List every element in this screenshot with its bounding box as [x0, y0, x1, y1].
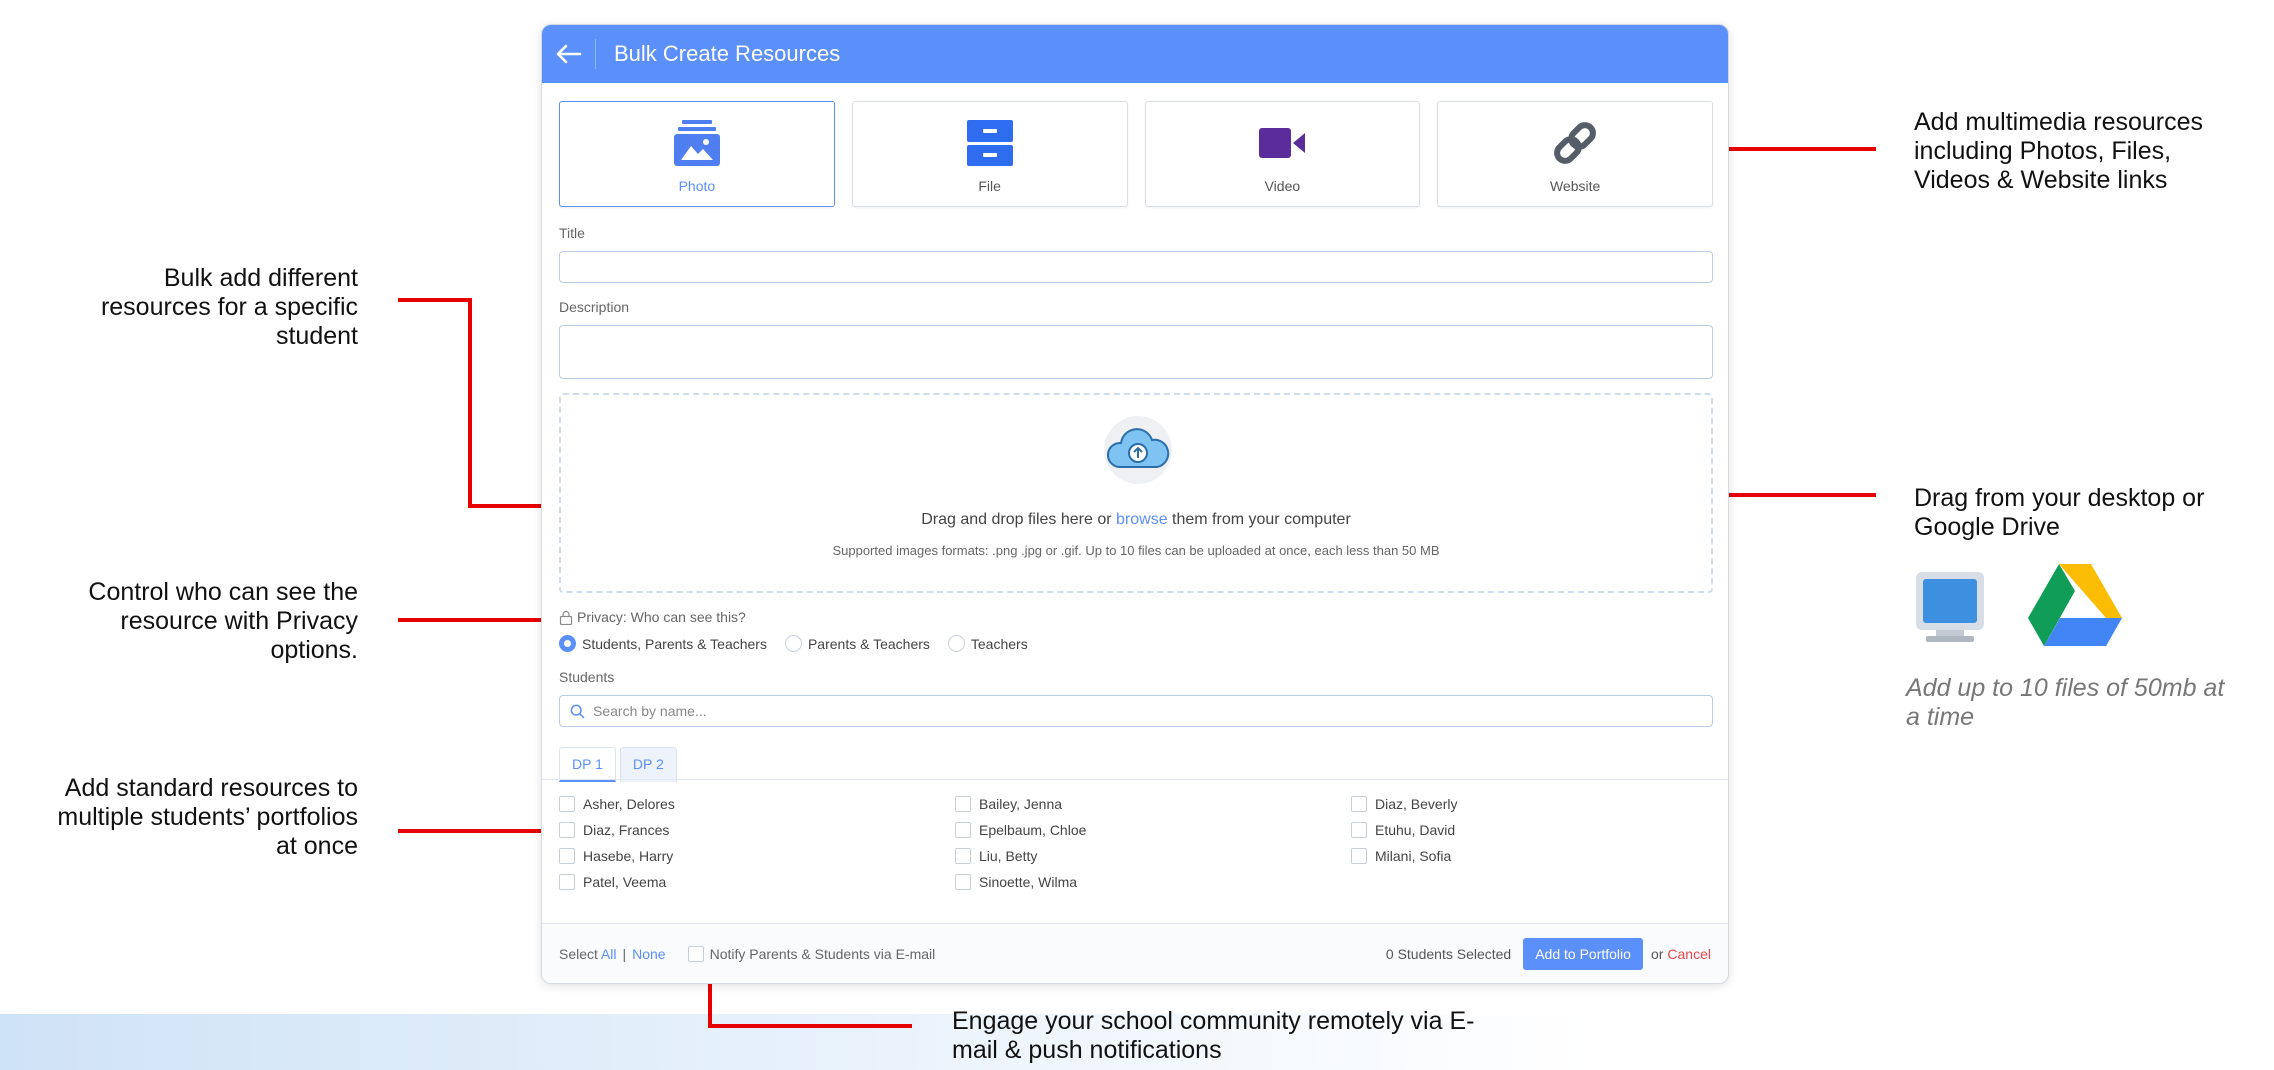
title-label: Title	[559, 225, 585, 241]
student-checkbox[interactable]: Diaz, Beverly	[1351, 795, 1713, 812]
privacy-option-teachers[interactable]: Teachers	[947, 635, 1028, 652]
select-all-link[interactable]: All	[601, 946, 617, 962]
type-photo-label: Photo	[678, 178, 716, 194]
back-button[interactable]	[542, 39, 596, 69]
student-checkbox[interactable]: Asher, Delores	[559, 795, 955, 812]
select-none-link[interactable]: None	[632, 946, 665, 962]
callout-file-limit: Add up to 10 files of 50mb at a time	[1906, 674, 2225, 731]
file-icon	[966, 120, 1013, 166]
notify-label: Notify Parents & Students via E-mail	[709, 946, 936, 962]
type-photo-card[interactable]: Photo	[559, 101, 835, 207]
student-checkbox[interactable]: Liu, Betty	[955, 847, 1351, 864]
type-website-card[interactable]: Website	[1437, 101, 1713, 207]
cancel-link[interactable]: Cancel	[1667, 946, 1711, 962]
callout-line	[398, 829, 546, 833]
google-drive-icon	[2028, 564, 2122, 646]
modal-header: Bulk Create Resources	[542, 25, 1728, 83]
callout-engage: Engage your school community remotely vi…	[952, 1007, 1475, 1064]
desktop-computer-icon	[1912, 570, 1988, 646]
photo-icon	[673, 120, 720, 166]
search-icon	[570, 704, 585, 719]
supported-formats-text: Supported images formats: .png .jpg or .…	[832, 543, 1440, 558]
student-checkbox[interactable]: Patel, Veema	[559, 873, 955, 890]
footer-actions: 0 Students Selected Add to Portfolio or …	[1386, 938, 1711, 970]
student-checkbox[interactable]: Epelbaum, Chloe	[955, 821, 1351, 838]
type-website-label: Website	[1549, 178, 1601, 194]
student-search-input[interactable]: Search by name...	[559, 695, 1713, 727]
description-input[interactable]	[559, 325, 1713, 379]
callout-line	[468, 298, 472, 508]
arrow-left-icon	[556, 44, 581, 64]
callout-drag: Drag from your desktop or Google Drive	[1914, 484, 2205, 541]
callout-privacy: Control who can see the resource with Pr…	[88, 578, 358, 664]
bulk-create-modal: Bulk Create Resources Photo File Video W…	[541, 24, 1729, 984]
modal-footer: Select All | None Notify Parents & Stude…	[542, 923, 1728, 983]
browse-link[interactable]: browse	[1116, 511, 1168, 528]
privacy-label: Privacy: Who can see this?	[559, 609, 746, 625]
privacy-options: Students, Parents & Teachers Parents & T…	[559, 635, 1028, 652]
type-file-label: File	[978, 178, 1001, 194]
video-icon	[1259, 128, 1306, 158]
student-checkbox[interactable]: Bailey, Jenna	[955, 795, 1351, 812]
tab-dp1[interactable]: DP 1	[559, 747, 616, 782]
callout-line	[398, 618, 546, 622]
student-checkbox[interactable]: Diaz, Frances	[559, 821, 955, 838]
callout-bulk-add: Bulk add different resources for a speci…	[100, 264, 358, 350]
students-label: Students	[559, 669, 615, 685]
tabs-divider	[542, 779, 1728, 780]
student-checkbox[interactable]: Sinoette, Wilma	[955, 873, 1351, 890]
selected-count: 0 Students Selected	[1385, 946, 1512, 962]
type-file-card[interactable]: File	[851, 101, 1128, 207]
file-dropzone[interactable]: Drag and drop files here or browse them …	[559, 393, 1713, 593]
callout-multimedia: Add multimedia resources including Photo…	[1914, 108, 2204, 194]
student-list: Asher, Delores Bailey, Jenna Diaz, Bever…	[559, 795, 1713, 890]
privacy-option-parents-teachers[interactable]: Parents & Teachers	[784, 635, 930, 652]
student-checkbox[interactable]: Milani, Sofia	[1351, 847, 1713, 864]
add-to-portfolio-button[interactable]: Add to Portfolio	[1523, 938, 1643, 970]
description-label: Description	[559, 299, 630, 315]
callout-line	[708, 1024, 912, 1028]
student-checkbox[interactable]: Hasebe, Harry	[559, 847, 955, 864]
title-input[interactable]	[559, 251, 1713, 283]
callout-line	[398, 298, 472, 302]
privacy-option-all[interactable]: Students, Parents & Teachers	[559, 635, 767, 652]
lock-icon	[559, 610, 573, 625]
footer-select-controls: Select All | None Notify Parents & Stude…	[559, 946, 936, 962]
resource-type-selector: Photo File Video Website	[559, 101, 1713, 207]
notify-checkbox[interactable]	[687, 946, 704, 962]
type-video-card[interactable]: Video	[1144, 101, 1421, 207]
callout-standard: Add standard resources to multiple stude…	[57, 774, 358, 860]
student-checkbox[interactable]: Etuhu, David	[1351, 821, 1713, 838]
type-video-label: Video	[1264, 178, 1301, 194]
modal-title: Bulk Create Resources	[614, 41, 841, 66]
class-tabs: DP 1 DP 2	[559, 747, 677, 782]
dropzone-instructions: Drag and drop files here or browse them …	[921, 511, 1351, 528]
tab-dp2[interactable]: DP 2	[619, 747, 677, 782]
link-icon	[1554, 122, 1597, 164]
cloud-upload-icon	[1104, 416, 1172, 484]
